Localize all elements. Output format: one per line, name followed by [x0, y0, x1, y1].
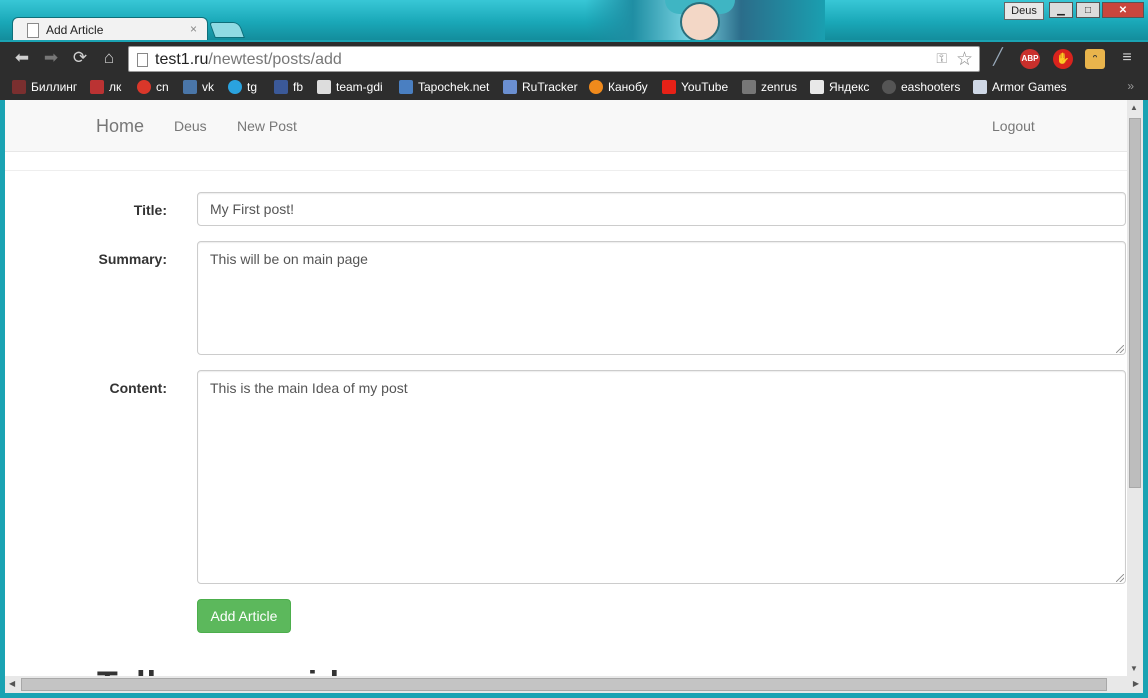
youtube-icon: [662, 80, 676, 94]
bookmarks-bar: Биллинг лк cn vk tg fb team-gdi Tapochek…: [0, 74, 1148, 100]
url-host: test1.ru: [155, 51, 209, 68]
bookmark-tg[interactable]: tg: [228, 78, 257, 96]
content-textarea[interactable]: This is the main Idea of my post: [197, 370, 1126, 584]
team-gdi-icon: [317, 80, 331, 94]
close-window-button[interactable]: ✕: [1102, 2, 1144, 18]
url-text[interactable]: test1.ru/newtest/posts/add: [155, 51, 342, 69]
kanobu-icon: [589, 80, 603, 94]
telegram-icon: [228, 80, 242, 94]
bookmark-billing[interactable]: Биллинг: [12, 78, 77, 96]
section-heading: Tell us your ideas: [97, 665, 400, 676]
content-textarea-value: This is the main Idea of my post: [210, 380, 408, 396]
bookmark-vk[interactable]: vk: [183, 78, 214, 96]
vertical-scroll-thumb[interactable]: [1129, 118, 1141, 488]
bookmarks-overflow-icon[interactable]: »: [1127, 79, 1134, 93]
bookmark-youtube[interactable]: YouTube: [662, 78, 728, 96]
bookmark-team-gdi[interactable]: team-gdi: [317, 78, 383, 96]
content-label: Content:: [109, 380, 167, 396]
menu-icon[interactable]: ≡: [1117, 49, 1137, 67]
scroll-up-arrow-icon[interactable]: ▲: [1130, 103, 1138, 112]
page-viewport: Home Deus New Post Logout Title: My Firs…: [5, 100, 1127, 676]
window-titlebar: Add Article × Deus ▁ □ ✕: [0, 0, 1148, 40]
reload-icon[interactable]: ⟳: [70, 49, 90, 67]
page-icon: [27, 23, 39, 38]
bookmark-eashooters[interactable]: eashooters: [882, 78, 960, 96]
bookmark-armor-games[interactable]: Armor Games: [973, 78, 1067, 96]
lk-icon: [90, 80, 104, 94]
url-path: /newtest/posts/add: [208, 51, 342, 68]
billing-icon: [12, 80, 26, 94]
eashooters-icon: [882, 80, 896, 94]
forward-arrow-icon[interactable]: ➡: [41, 49, 61, 67]
vk-icon: [183, 80, 197, 94]
bookmark-yandex[interactable]: Яндекс: [810, 78, 869, 96]
page-divider: [5, 170, 1127, 171]
bookmark-rutracker[interactable]: RuTracker: [503, 78, 578, 96]
bookmark-kanobu[interactable]: Канобу: [589, 78, 648, 96]
scroll-down-arrow-icon[interactable]: ▼: [1130, 664, 1138, 673]
scroll-left-arrow-icon[interactable]: ◀: [9, 679, 15, 688]
bookmark-zenrus[interactable]: zenrus: [742, 78, 797, 96]
face-extension-icon[interactable]: ᵔ: [1085, 49, 1105, 69]
bookmark-lk[interactable]: лк: [90, 78, 121, 96]
stop-hand-extension-icon[interactable]: ✋: [1053, 49, 1073, 69]
bookmark-star-icon[interactable]: ☆: [956, 48, 973, 71]
new-tab-button[interactable]: [209, 22, 245, 38]
armor-games-icon: [973, 80, 987, 94]
zenrus-icon: [742, 80, 756, 94]
resize-grip-icon[interactable]: [1116, 345, 1124, 353]
nav-home-link[interactable]: Home: [96, 116, 144, 137]
bookmark-tapochek[interactable]: Tapochek.net: [399, 78, 489, 96]
title-input[interactable]: My First post!: [197, 192, 1126, 226]
tapochek-icon: [399, 80, 413, 94]
address-bar[interactable]: test1.ru/newtest/posts/add ⚿ ☆: [128, 46, 980, 72]
page-icon: [137, 53, 148, 67]
summary-textarea[interactable]: This will be on main page: [197, 241, 1126, 355]
adblock-plus-icon[interactable]: ABP: [1020, 49, 1040, 69]
yandex-icon: [810, 80, 824, 94]
summary-label: Summary:: [98, 251, 167, 267]
home-icon[interactable]: ⌂: [99, 49, 119, 67]
tab-add-article[interactable]: Add Article ×: [12, 17, 208, 40]
theme-banner-art: [585, 0, 825, 40]
nav-new-post-link[interactable]: New Post: [237, 118, 297, 134]
vertical-scrollbar[interactable]: ▲ ▼: [1127, 100, 1143, 676]
site-navbar: Home Deus New Post Logout: [5, 100, 1127, 152]
rutracker-icon: [503, 80, 517, 94]
horizontal-scrollbar[interactable]: ◀ ▶: [5, 676, 1143, 693]
browser-toolbar: ⬅ ➡ ⟳ ⌂ test1.ru/newtest/posts/add ⚿ ☆ ╱…: [0, 42, 1148, 74]
profile-button[interactable]: Deus: [1004, 2, 1044, 20]
cn-icon: [137, 80, 151, 94]
summary-textarea-value: This will be on main page: [210, 251, 368, 267]
nav-user-link[interactable]: Deus: [174, 118, 207, 134]
title-label: Title:: [133, 202, 167, 218]
tab-title: Add Article: [46, 23, 104, 37]
banner-face-shape: [680, 2, 720, 40]
key-icon[interactable]: ⚿: [936, 50, 947, 67]
back-arrow-icon[interactable]: ⬅: [12, 49, 32, 67]
maximize-button[interactable]: □: [1076, 2, 1100, 18]
facebook-icon: [274, 80, 288, 94]
add-article-button[interactable]: Add Article: [197, 599, 291, 633]
resize-grip-icon[interactable]: [1116, 574, 1124, 582]
bookmark-cn[interactable]: cn: [137, 78, 169, 96]
nav-logout-link[interactable]: Logout: [992, 118, 1035, 134]
tab-close-icon[interactable]: ×: [190, 22, 197, 36]
horizontal-scroll-thumb[interactable]: [21, 678, 1107, 691]
scroll-right-arrow-icon[interactable]: ▶: [1133, 679, 1139, 688]
pen-extension-icon[interactable]: ╱: [988, 49, 1008, 67]
bookmark-fb[interactable]: fb: [274, 78, 303, 96]
title-input-value: My First post!: [210, 201, 295, 217]
minimize-button[interactable]: ▁: [1049, 2, 1073, 18]
